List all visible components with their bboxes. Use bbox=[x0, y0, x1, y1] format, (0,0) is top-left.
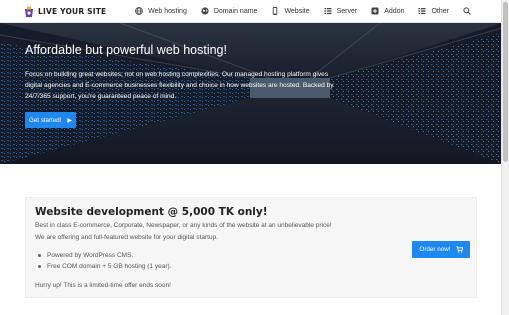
mobile-icon bbox=[271, 7, 279, 15]
list-icon bbox=[324, 7, 332, 15]
nav-item-server[interactable]: Server bbox=[324, 7, 358, 15]
nav-item-domain-name[interactable]: Domain name bbox=[201, 7, 258, 15]
offer-card: Website development @ 5,000 TK only! Bes… bbox=[25, 197, 477, 298]
nav-item-website[interactable]: Website bbox=[271, 7, 310, 15]
bullet-icon bbox=[38, 254, 41, 257]
get-started-button[interactable]: Get started! ▶ bbox=[25, 112, 76, 128]
nav-label-server: Server bbox=[336, 7, 358, 15]
nav-item-addon[interactable]: Addon bbox=[371, 7, 404, 15]
hero-description: Focus on building great websites, not on… bbox=[25, 71, 334, 100]
order-now-button[interactable]: Order now! bbox=[412, 241, 470, 258]
nav-label-domain-name: Domain name bbox=[213, 7, 258, 15]
feature-text: Free COM domain + 5 GB hosting (1 year). bbox=[47, 263, 172, 270]
search-button[interactable] bbox=[463, 7, 476, 15]
brand-name: LIVE YOUR SITE bbox=[38, 6, 107, 16]
search-icon bbox=[463, 7, 471, 15]
list-icon bbox=[418, 7, 426, 15]
hero-banner: Affordable but powerful web hosting! Foc… bbox=[0, 23, 502, 164]
nav-label-other: Other bbox=[431, 7, 449, 15]
top-navbar: LIVE YOUR SITE Web hosting Domain name W… bbox=[0, 0, 502, 23]
offer-description: Best in class E-commerce, Corporate, New… bbox=[35, 222, 332, 229]
nav-label-web-hosting: Web hosting bbox=[148, 7, 187, 15]
globe-icon bbox=[135, 7, 143, 15]
list-item: Free COM domain + 5 GB hosting (1 year). bbox=[35, 261, 171, 272]
get-started-label: Get started! bbox=[29, 116, 62, 124]
scrollbar-thumb[interactable] bbox=[503, 2, 508, 162]
bullet-icon bbox=[38, 265, 41, 268]
nav-item-other[interactable]: Other bbox=[418, 7, 449, 15]
list-item: Powered by WordPress CMS. bbox=[35, 250, 171, 261]
cart-icon bbox=[455, 246, 463, 253]
offer-subtext: We are offering and full-featured websit… bbox=[35, 234, 218, 241]
plus-square-icon bbox=[371, 7, 379, 15]
offer-footer-note: Hurry up! This is a limited-time offer e… bbox=[35, 282, 171, 289]
brand-logo-link[interactable]: LIVE YOUR SITE bbox=[24, 5, 106, 17]
feature-text: Powered by WordPress CMS. bbox=[47, 252, 134, 259]
hero-title: Affordable but powerful web hosting! bbox=[25, 43, 227, 57]
page-scrollbar[interactable] bbox=[501, 0, 509, 315]
nav-label-website: Website bbox=[284, 7, 310, 15]
offer-feature-list: Powered by WordPress CMS. Free COM domai… bbox=[35, 250, 171, 272]
play-icon: ▶ bbox=[67, 117, 72, 124]
offer-title: Website development @ 5,000 TK only! bbox=[35, 206, 268, 218]
logo-icon bbox=[24, 5, 34, 17]
main-nav: Web hosting Domain name Website Server A… bbox=[121, 7, 476, 15]
nav-label-addon: Addon bbox=[384, 7, 405, 15]
world-icon bbox=[201, 7, 209, 15]
nav-item-web-hosting[interactable]: Web hosting bbox=[135, 7, 187, 15]
order-now-label: Order now! bbox=[419, 246, 451, 253]
